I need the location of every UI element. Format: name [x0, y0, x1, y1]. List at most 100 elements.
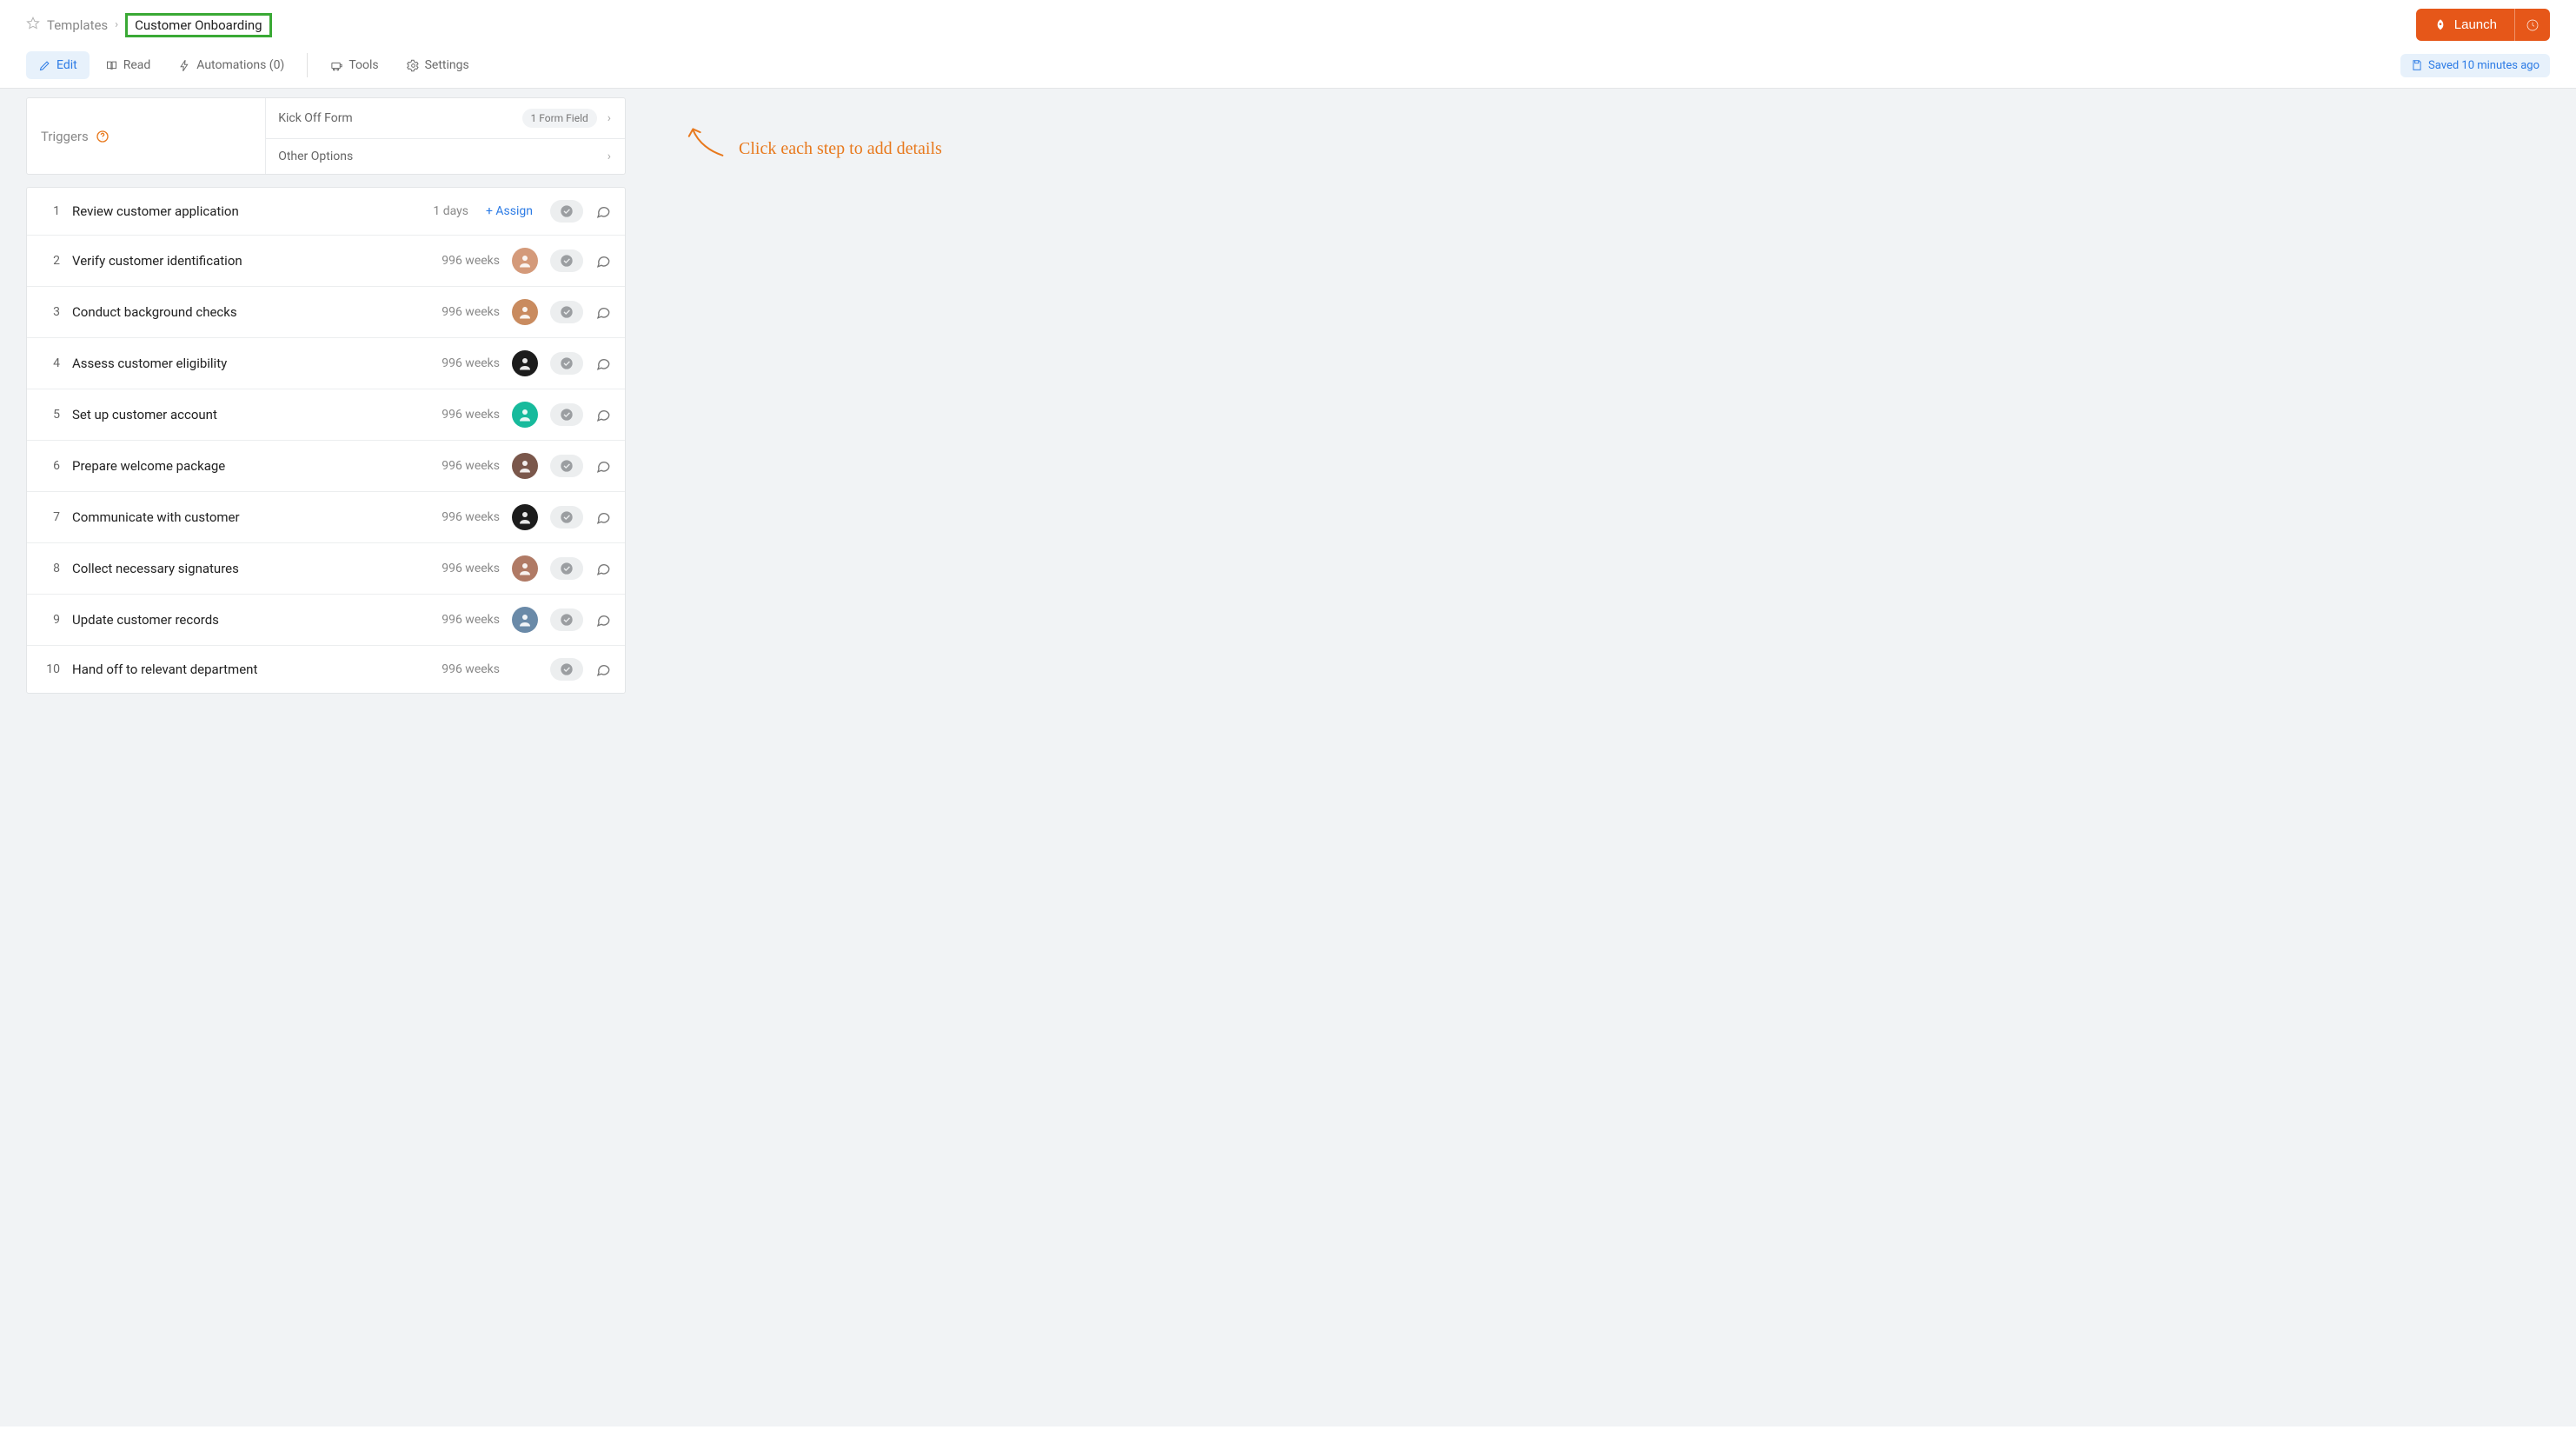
- tab-edit[interactable]: Edit: [26, 51, 90, 79]
- step-complete-toggle[interactable]: [550, 658, 583, 681]
- step-row[interactable]: 3 Conduct background checks 996 weeks: [27, 287, 625, 338]
- saved-status-text: Saved 10 minutes ago: [2428, 59, 2539, 72]
- comment-icon[interactable]: [595, 253, 611, 269]
- launch-button-label: Launch: [2454, 17, 2497, 32]
- comment-icon[interactable]: [595, 662, 611, 677]
- comment-icon[interactable]: [595, 509, 611, 525]
- step-row[interactable]: 7 Communicate with customer 996 weeks: [27, 492, 625, 543]
- avatar[interactable]: [512, 350, 538, 376]
- avatar[interactable]: [512, 402, 538, 428]
- comment-icon[interactable]: [595, 304, 611, 320]
- assign-link[interactable]: + Assign: [481, 204, 538, 218]
- tab-read-label: Read: [123, 58, 151, 72]
- step-complete-toggle[interactable]: [550, 200, 583, 223]
- tab-automations[interactable]: Automations (0): [166, 51, 296, 79]
- arrow-icon: [687, 123, 727, 163]
- form-field-pill: 1 Form Field: [522, 109, 597, 128]
- tab-read[interactable]: Read: [93, 51, 163, 79]
- step-number: 5: [41, 408, 60, 422]
- step-number: 3: [41, 305, 60, 319]
- avatar[interactable]: [512, 555, 538, 582]
- divider: [307, 53, 308, 77]
- steps-list: 1 Review customer application 1 days + Assi…: [26, 187, 626, 694]
- comment-icon[interactable]: [595, 203, 611, 219]
- step-row[interactable]: 8 Collect necessary signatures 996 weeks: [27, 543, 625, 595]
- avatar[interactable]: [512, 607, 538, 633]
- step-due: 1 days: [399, 204, 468, 218]
- hint-annotation: Click each step to add details: [687, 123, 2550, 163]
- step-number: 1: [41, 204, 60, 218]
- step-row[interactable]: 10 Hand off to relevant department 996 wee…: [27, 646, 625, 693]
- trigger-kick-off-label: Kick Off Form: [278, 111, 353, 125]
- breadcrumb: Templates › Customer Onboarding: [26, 13, 272, 37]
- comment-icon[interactable]: [595, 458, 611, 474]
- step-row[interactable]: 9 Update customer records 996 weeks: [27, 595, 625, 646]
- step-due: 996 weeks: [430, 613, 500, 627]
- trigger-other-label: Other Options: [278, 150, 353, 163]
- step-due: 996 weeks: [430, 408, 500, 422]
- step-complete-toggle[interactable]: [550, 352, 583, 375]
- comment-icon[interactable]: [595, 612, 611, 628]
- step-complete-toggle[interactable]: [550, 301, 583, 323]
- trigger-kick-off[interactable]: Kick Off Form 1 Form Field ›: [266, 98, 625, 139]
- schedule-button[interactable]: [2514, 9, 2550, 41]
- step-complete-toggle[interactable]: [550, 608, 583, 631]
- comment-icon[interactable]: [595, 407, 611, 422]
- step-complete-toggle[interactable]: [550, 249, 583, 272]
- step-number: 9: [41, 613, 60, 627]
- step-title: Communicate with customer: [72, 509, 418, 525]
- step-row[interactable]: 5 Set up customer account 996 weeks: [27, 389, 625, 441]
- step-number: 8: [41, 562, 60, 575]
- breadcrumb-root[interactable]: Templates: [47, 17, 108, 33]
- triggers-label: Triggers: [27, 98, 266, 174]
- step-row[interactable]: 1 Review customer application 1 days + Assi…: [27, 188, 625, 236]
- step-number: 7: [41, 510, 60, 524]
- step-number: 2: [41, 254, 60, 268]
- step-title: Assess customer eligibility: [72, 356, 418, 371]
- step-due: 996 weeks: [430, 562, 500, 575]
- step-number: 10: [41, 662, 60, 676]
- step-due: 996 weeks: [430, 459, 500, 473]
- tab-tools-label: Tools: [349, 58, 378, 72]
- tab-edit-label: Edit: [56, 58, 77, 72]
- step-title: Review customer application: [72, 203, 387, 219]
- avatar[interactable]: [512, 248, 538, 274]
- step-complete-toggle[interactable]: [550, 455, 583, 477]
- chevron-right-icon: ›: [607, 111, 611, 125]
- step-row[interactable]: 6 Prepare welcome package 996 weeks: [27, 441, 625, 492]
- step-title: Prepare welcome package: [72, 458, 418, 474]
- step-complete-toggle[interactable]: [550, 557, 583, 580]
- launch-button[interactable]: Launch: [2416, 9, 2514, 41]
- step-row[interactable]: 4 Assess customer eligibility 996 weeks: [27, 338, 625, 389]
- saved-status: Saved 10 minutes ago: [2400, 54, 2550, 77]
- step-title: Conduct background checks: [72, 304, 418, 320]
- step-title: Update customer records: [72, 612, 418, 628]
- tab-tools[interactable]: Tools: [318, 51, 390, 79]
- comment-icon[interactable]: [595, 561, 611, 576]
- avatar[interactable]: [512, 453, 538, 479]
- step-due: 996 weeks: [430, 662, 500, 676]
- comment-icon[interactable]: [595, 356, 611, 371]
- step-due: 996 weeks: [430, 356, 500, 370]
- avatar[interactable]: [512, 504, 538, 530]
- step-row[interactable]: 2 Verify customer identification 996 weeks: [27, 236, 625, 287]
- step-complete-toggle[interactable]: [550, 506, 583, 529]
- step-number: 4: [41, 356, 60, 370]
- step-title: Collect necessary signatures: [72, 561, 418, 576]
- step-due: 996 weeks: [430, 510, 500, 524]
- tab-settings-label: Settings: [425, 58, 469, 72]
- step-due: 996 weeks: [430, 305, 500, 319]
- avatar[interactable]: [512, 299, 538, 325]
- step-title: Hand off to relevant department: [72, 662, 418, 677]
- help-icon[interactable]: [96, 130, 110, 143]
- breadcrumb-current[interactable]: Customer Onboarding: [125, 13, 272, 37]
- step-complete-toggle[interactable]: [550, 403, 583, 426]
- step-number: 6: [41, 459, 60, 473]
- step-due: 996 weeks: [430, 254, 500, 268]
- trigger-other-options[interactable]: Other Options ›: [266, 139, 625, 174]
- star-icon[interactable]: [26, 17, 40, 34]
- step-title: Set up customer account: [72, 407, 418, 422]
- chevron-right-icon: ›: [607, 150, 611, 163]
- tab-settings[interactable]: Settings: [395, 51, 481, 79]
- step-title: Verify customer identification: [72, 253, 418, 269]
